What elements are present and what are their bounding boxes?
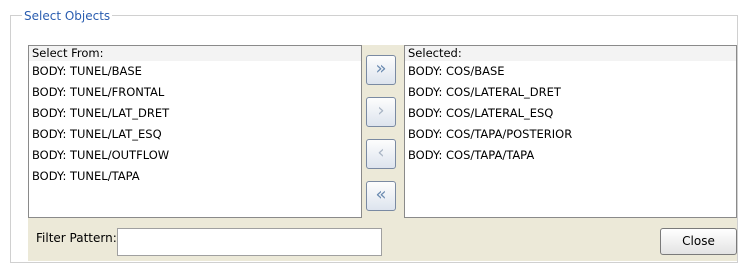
list-item[interactable]: BODY: COS/LATERAL_ESQ [405,103,736,124]
list-item[interactable]: BODY: TUNEL/BASE [29,61,361,82]
remove-button[interactable]: ‹ [366,139,396,169]
list-item[interactable]: BODY: TUNEL/OUTFLOW [29,145,361,166]
list-item[interactable]: BODY: TUNEL/TAPA [29,166,361,187]
double-chevron-left-icon: « [375,184,387,205]
chevron-right-icon: › [377,100,385,121]
bottom-bar: Filter Pattern: Close [28,218,737,261]
double-chevron-right-icon: » [375,58,387,79]
list-item[interactable]: BODY: COS/BASE [405,61,736,82]
selected-header: Selected: [405,46,736,61]
filter-pattern-input[interactable] [117,228,382,256]
select-from-header: Select From: [29,46,361,61]
filter-pattern-label: Filter Pattern: [36,231,117,245]
remove-all-button[interactable]: « [366,181,396,211]
close-button[interactable]: Close [660,228,737,255]
add-all-button[interactable]: » [366,55,396,85]
selected-list[interactable]: Selected: BODY: COS/BASE BODY: COS/LATER… [404,45,737,218]
list-item[interactable]: BODY: COS/LATERAL_DRET [405,82,736,103]
list-item[interactable]: BODY: COS/TAPA/TAPA [405,145,736,166]
list-item[interactable]: BODY: TUNEL/LAT_DRET [29,103,361,124]
list-item[interactable]: BODY: TUNEL/FRONTAL [29,82,361,103]
transfer-buttons: » › ‹ « [362,45,404,218]
list-item[interactable]: BODY: COS/TAPA/POSTERIOR [405,124,736,145]
chevron-left-icon: ‹ [377,142,385,163]
list-item[interactable]: BODY: TUNEL/LAT_ESQ [29,124,361,145]
group-title: Select Objects [22,9,113,23]
add-button[interactable]: › [366,97,396,127]
select-from-list[interactable]: Select From: BODY: TUNEL/BASE BODY: TUNE… [28,45,362,218]
